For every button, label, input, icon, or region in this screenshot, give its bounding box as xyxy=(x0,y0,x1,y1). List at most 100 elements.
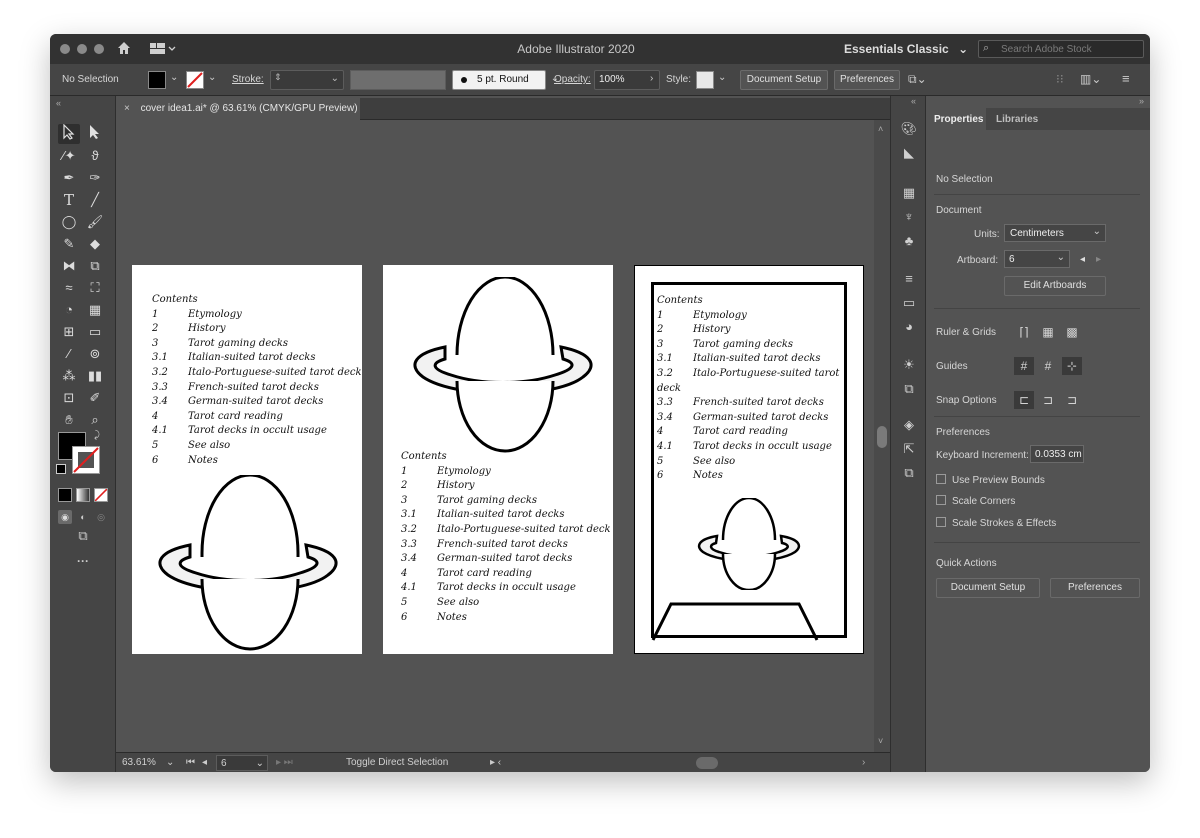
fill-dropdown-icon[interactable]: ⌄ xyxy=(170,72,178,83)
prev-artboard-icon[interactable]: ◂ xyxy=(1080,254,1085,265)
artboard-tool-icon[interactable]: ⊡ xyxy=(58,388,80,408)
draw-normal-icon[interactable]: ◉ xyxy=(58,510,72,524)
snap-to-pixel-icon[interactable]: ⊐ xyxy=(1062,391,1082,409)
artboard-dropdown[interactable]: 6 ⌄ xyxy=(1004,250,1070,268)
tab-libraries[interactable]: Libraries xyxy=(986,108,1046,130)
qa-document-setup-button[interactable]: Document Setup xyxy=(936,578,1040,598)
lock-guides-icon[interactable]: # xyxy=(1038,357,1058,375)
scale-tool-icon[interactable]: ⧉ xyxy=(84,256,106,276)
export-panel-icon[interactable]: ⇱ xyxy=(900,440,918,458)
color-panel-icon[interactable]: 🎨︎ xyxy=(900,120,918,138)
gradient-tool-icon[interactable]: ▭ xyxy=(84,322,106,342)
status-menu-icon[interactable]: ▸ ‹ xyxy=(490,753,501,772)
close-tab-icon[interactable]: × xyxy=(124,103,130,114)
qa-preferences-button[interactable]: Preferences xyxy=(1050,578,1140,598)
artboard-1[interactable]: Contents 1 Etymology 2 History 3 Tarot gami… xyxy=(132,265,362,654)
line-tool-icon[interactable]: ╱ xyxy=(84,190,106,210)
scroll-up-icon[interactable]: ˄ xyxy=(878,124,883,134)
type-tool-icon[interactable]: T xyxy=(58,190,80,210)
planet-illustration[interactable] xyxy=(693,498,805,590)
use-preview-bounds-checkbox[interactable] xyxy=(936,474,946,484)
workspace-switcher[interactable]: Essentials Classic ⌄ xyxy=(844,42,968,56)
perspective-grid-tool-icon[interactable]: ▦ xyxy=(84,300,106,320)
collapse-panel-icon[interactable]: « xyxy=(911,96,916,106)
grid-icon[interactable]: ▦ xyxy=(1038,323,1058,341)
collapse-panel-icon[interactable]: « xyxy=(56,98,61,108)
magic-wand-tool-icon[interactable]: ⁄✦ xyxy=(58,146,80,166)
screen-mode-icon[interactable]: ⧉ xyxy=(72,528,94,544)
scale-strokes-checkbox[interactable] xyxy=(936,517,946,527)
default-colors-icon[interactable] xyxy=(56,464,66,474)
canvas-area[interactable]: Contents 1 Etymology 2 History 3 Tarot gami… xyxy=(116,120,874,752)
paintbrush-tool-icon[interactable]: 🖌︎ xyxy=(84,212,106,232)
expand-panel-icon[interactable]: » xyxy=(1139,96,1144,106)
transparency-grid-icon[interactable]: ▩ xyxy=(1062,323,1082,341)
scroll-down-icon[interactable]: ˅ xyxy=(878,736,883,746)
shape-builder-tool-icon[interactable]: ◔ xyxy=(58,300,80,320)
snap-to-grid-icon[interactable]: ⊐ xyxy=(1038,391,1058,409)
brush-definition-dropdown[interactable]: 5 pt. Round ⌄ xyxy=(452,70,559,90)
color-mode-icon[interactable] xyxy=(58,488,72,502)
planet-illustration[interactable] xyxy=(150,475,346,651)
slice-tool-icon[interactable]: ✐ xyxy=(84,388,106,408)
scale-corners-checkbox[interactable] xyxy=(936,495,946,505)
preferences-button[interactable]: Preferences xyxy=(834,70,900,90)
reflect-tool-icon[interactable]: ⧓ xyxy=(58,256,80,276)
curvature-tool-icon[interactable]: ✑ xyxy=(84,168,106,188)
graphic-styles-icon[interactable]: ⧉ xyxy=(900,380,918,398)
panel-menu-icon[interactable]: ≡ xyxy=(1122,71,1130,86)
artboard-3-active[interactable]: Contents 1 Etymology 2 History 3 Tarot gami… xyxy=(634,265,864,654)
show-guides-icon[interactable]: # xyxy=(1014,357,1034,375)
smart-guides-icon[interactable]: ⊹ xyxy=(1062,357,1082,375)
selection-tool-icon[interactable] xyxy=(58,123,80,144)
scroll-right-icon[interactable]: › xyxy=(862,753,865,772)
document-setup-button[interactable]: Document Setup xyxy=(740,70,828,90)
chevron-right-icon[interactable]: › xyxy=(650,73,653,84)
scroll-thumb[interactable] xyxy=(877,426,887,448)
tab-properties[interactable]: Properties xyxy=(926,108,986,130)
blend-tool-icon[interactable]: ⊚ xyxy=(84,344,106,364)
stroke-dropdown-icon[interactable]: ⌄ xyxy=(208,72,216,83)
edit-toolbar-icon[interactable]: ··· xyxy=(72,554,94,568)
horizontal-scroll-thumb[interactable] xyxy=(696,757,718,769)
transparency-panel-icon[interactable]: ◕ xyxy=(900,318,918,336)
hand-tool-icon[interactable]: ✋︎ xyxy=(58,410,80,430)
draw-behind-icon[interactable]: ◐ xyxy=(76,510,90,524)
direct-selection-tool-icon[interactable] xyxy=(84,124,106,144)
eraser-tool-icon[interactable]: ◆ xyxy=(84,234,106,254)
fill-color-swatch[interactable] xyxy=(148,71,166,89)
stock-search-input[interactable]: ⌕ Search Adobe Stock xyxy=(978,40,1144,58)
edit-artboards-button[interactable]: Edit Artboards xyxy=(1004,276,1106,296)
zoom-field[interactable]: 63.61% xyxy=(122,753,156,772)
next-artboard-icon[interactable]: ▸ xyxy=(1096,254,1101,265)
symbols-panel-icon[interactable]: ♣ xyxy=(900,232,918,250)
chevron-down-icon[interactable]: ⌄ xyxy=(166,753,174,772)
bottom-stand-shape[interactable] xyxy=(651,598,847,642)
chevron-down-icon[interactable]: ⌄ xyxy=(718,72,726,83)
stroke-none-swatch[interactable] xyxy=(186,71,204,89)
mesh-tool-icon[interactable]: ⊞ xyxy=(58,322,80,342)
ruler-icon[interactable]: ⌈⌉ xyxy=(1014,323,1034,341)
transform-icon[interactable]: ▥⌄ xyxy=(1080,72,1101,86)
column-graph-tool-icon[interactable]: ▮▮ xyxy=(84,366,106,386)
eyedropper-tool-icon[interactable]: ⁄ xyxy=(58,344,80,364)
next-artboard-icon[interactable]: ▸ ⏭ xyxy=(276,753,293,772)
stroke-none-box[interactable] xyxy=(72,446,100,474)
zoom-tool-icon[interactable]: ⌕ xyxy=(84,410,106,430)
swap-fill-stroke-icon[interactable]: ⤸ xyxy=(94,430,100,441)
ellipse-tool-icon[interactable]: ◯ xyxy=(58,212,80,232)
shaper-tool-icon[interactable]: ✎ xyxy=(58,234,80,254)
artboard-navigation-field[interactable]: 6 ⌄ xyxy=(216,755,268,771)
artboards-panel-icon[interactable]: ⧉ xyxy=(900,464,918,482)
lasso-tool-icon[interactable]: ϑ xyxy=(84,146,106,166)
planet-illustration[interactable] xyxy=(405,277,601,453)
free-transform-tool-icon[interactable]: ⛶ xyxy=(84,278,106,298)
artboard-2[interactable]: Contents 1 Etymology 2 History 3 Tarot gami… xyxy=(383,265,613,654)
graphic-style-swatch[interactable] xyxy=(696,71,714,89)
prev-artboard-icon[interactable]: ◂ xyxy=(202,753,207,772)
first-artboard-icon[interactable]: ⏮ xyxy=(186,753,195,772)
variable-width-profile[interactable] xyxy=(350,70,446,90)
brushes-panel-icon[interactable]: ♆ xyxy=(900,208,918,226)
pen-tool-icon[interactable]: ✒ xyxy=(58,168,80,188)
stroke-weight-field[interactable]: ⇕ ⌄ xyxy=(270,70,344,90)
